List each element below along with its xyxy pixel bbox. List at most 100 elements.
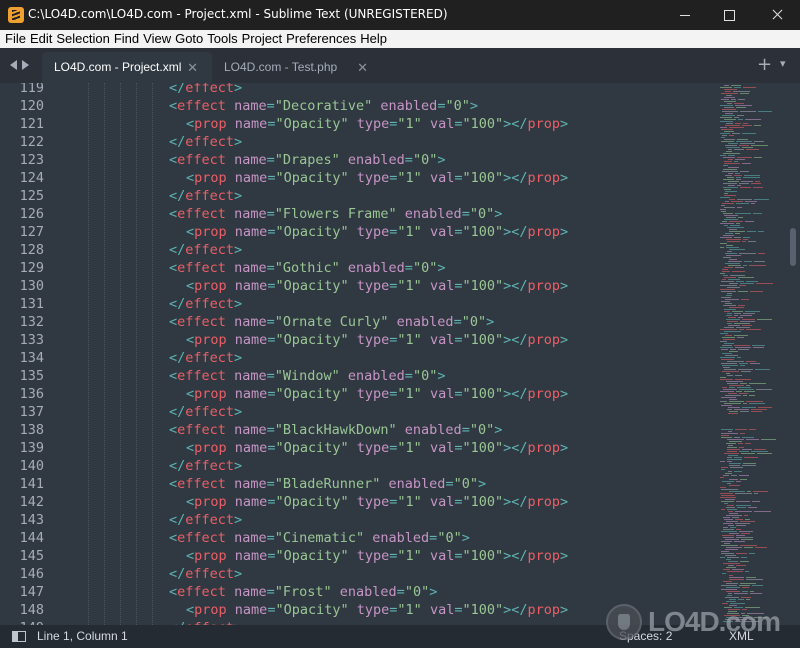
minimap-line	[723, 187, 738, 188]
indentation-setting[interactable]: Spaces: 2	[619, 629, 672, 643]
chevron-left-icon[interactable]	[10, 60, 17, 70]
minimap-line	[720, 285, 737, 286]
code-line[interactable]: </effect>	[169, 404, 242, 420]
code-line[interactable]: <effect name="Drapes" enabled="0">	[169, 152, 445, 168]
minimap-line	[724, 193, 728, 194]
code-line[interactable]: <effect name="Flowers Frame" enabled="0"…	[169, 206, 502, 222]
new-tab-icon[interactable]: +	[757, 54, 772, 75]
minimap-line	[724, 607, 732, 608]
xml-attribute: type	[356, 440, 390, 456]
code-line[interactable]: <prop name="Opacity" type="1" val="100">…	[186, 116, 568, 132]
tab-navigation-arrows-icon[interactable]	[6, 58, 36, 72]
code-line[interactable]: </effect>	[169, 512, 242, 528]
minimap-line	[725, 619, 730, 620]
chevron-right-icon[interactable]	[22, 60, 29, 70]
title-bar[interactable]: C:\LO4D.com\LO4D.com - Project.xml - Sub…	[0, 0, 800, 30]
minimap-line	[720, 461, 725, 462]
menu-file[interactable]: File	[3, 30, 28, 48]
code-line[interactable]: <effect name="Ornate Curly" enabled="0">	[169, 314, 494, 330]
menu-selection[interactable]: Selection	[54, 30, 111, 48]
window-title: C:\LO4D.com\LO4D.com - Project.xml - Sub…	[28, 7, 448, 21]
menu-goto[interactable]: Goto	[173, 30, 205, 48]
code-line[interactable]: <prop name="Opacity" type="1" val="100">…	[186, 170, 568, 186]
menu-edit[interactable]: Edit	[28, 30, 54, 48]
menu-find[interactable]: Find	[112, 30, 141, 48]
vertical-scrollbar[interactable]	[787, 83, 800, 625]
minimap-line	[726, 587, 740, 588]
minimize-icon[interactable]	[662, 0, 708, 30]
xml-equals: =	[461, 206, 470, 222]
tab-list-chevron-icon[interactable]: ▾	[780, 57, 786, 70]
code-line[interactable]: </effect>	[169, 458, 242, 474]
minimap-line	[724, 327, 734, 328]
minimap-line	[735, 267, 744, 268]
minimap-line	[726, 591, 740, 592]
minimap-line	[743, 239, 748, 240]
minimap-line	[728, 455, 738, 456]
minimap-line	[720, 477, 724, 478]
syntax-selector[interactable]: XML	[729, 629, 754, 643]
minimap-line	[740, 321, 755, 322]
menu-project[interactable]: Project	[240, 30, 284, 48]
code-line[interactable]: <prop name="Opacity" type="1" val="100">…	[186, 224, 568, 240]
code-line[interactable]: <effect name="Frost" enabled="0">	[169, 584, 437, 600]
close-icon[interactable]	[754, 0, 800, 30]
tab-close-icon[interactable]: ✕	[357, 52, 368, 83]
code-line[interactable]: <prop name="Opacity" type="1" val="100">…	[186, 440, 568, 456]
code-line[interactable]: <prop name="Opacity" type="1" val="100">…	[186, 548, 568, 564]
minimap-line	[738, 349, 749, 350]
minimap-line	[720, 357, 735, 358]
code-line[interactable]: </effect>	[169, 566, 242, 582]
xml-bracket: ></	[503, 332, 528, 348]
code-line[interactable]: </effect>	[169, 296, 242, 312]
code-line[interactable]: <effect name="Cinematic" enabled="0">	[169, 530, 470, 546]
minimap-line	[727, 459, 742, 460]
code-editor[interactable]: 119 120 121 122 123 124 125 126 127 128 129 130 131 1…	[0, 83, 800, 625]
menu-view[interactable]: View	[141, 30, 173, 48]
xml-attribute: type	[356, 494, 390, 510]
tab-test-php[interactable]: LO4D.com - Test.php ✕	[212, 52, 382, 83]
menu-tools[interactable]: Tools	[205, 30, 239, 48]
menu-help[interactable]: Help	[358, 30, 389, 48]
panel-toggle-icon[interactable]	[12, 631, 26, 642]
minimap-line	[746, 385, 750, 386]
minimap-line	[725, 263, 740, 264]
menu-preferences[interactable]: Preferences	[284, 30, 358, 48]
code-line[interactable]: </effect>	[169, 188, 242, 204]
code-line[interactable]: </effect>	[169, 242, 242, 258]
code-line[interactable]: <effect name="BladeRunner" enabled="0">	[169, 476, 486, 492]
maximize-icon[interactable]	[706, 0, 752, 30]
minimap-line	[758, 253, 765, 254]
code-line[interactable]: </effect>	[169, 83, 242, 96]
code-line[interactable]: <prop name="Opacity" type="1" val="100">…	[186, 332, 568, 348]
xml-attribute: name	[234, 152, 267, 168]
minimap-line	[740, 479, 747, 480]
code-line[interactable]: <effect name="BlackHawkDown" enabled="0"…	[169, 422, 502, 438]
code-line[interactable]: </effect>	[169, 350, 242, 366]
minimap-line	[728, 565, 734, 566]
tab-project-xml[interactable]: LO4D.com - Project.xml ✕	[42, 52, 212, 83]
minimap-line	[723, 183, 737, 184]
minimap-line	[737, 199, 752, 200]
code-line[interactable]: <prop name="Opacity" type="1" val="100">…	[186, 494, 568, 510]
xml-bracket: <	[169, 422, 178, 438]
minimap-line	[726, 245, 733, 246]
xml-tag-name: effect	[185, 83, 235, 96]
code-line[interactable]: </effect>	[169, 134, 242, 150]
xml-bracket: </	[169, 242, 186, 258]
minimap[interactable]	[716, 83, 778, 625]
code-line[interactable]: <effect name="Window" enabled="0">	[169, 368, 445, 384]
code-line[interactable]: <prop name="Opacity" type="1" val="100">…	[186, 278, 568, 294]
minimap-line	[741, 533, 750, 534]
tab-close-icon[interactable]: ✕	[187, 52, 198, 83]
minimap-line	[742, 609, 747, 610]
code-line[interactable]: <prop name="Opacity" type="1" val="100">…	[186, 386, 568, 402]
minimap-line	[722, 371, 739, 372]
code-line[interactable]: <prop name="Opacity" type="1" val="100">…	[186, 602, 568, 618]
cursor-position[interactable]: Line 1, Column 1	[37, 629, 128, 643]
minimap-line	[725, 395, 741, 396]
code-line[interactable]: <effect name="Gothic" enabled="0">	[169, 260, 445, 276]
scrollbar-thumb[interactable]	[790, 228, 796, 266]
minimap-line	[747, 613, 764, 614]
code-line[interactable]: <effect name="Decorative" enabled="0">	[169, 98, 478, 114]
